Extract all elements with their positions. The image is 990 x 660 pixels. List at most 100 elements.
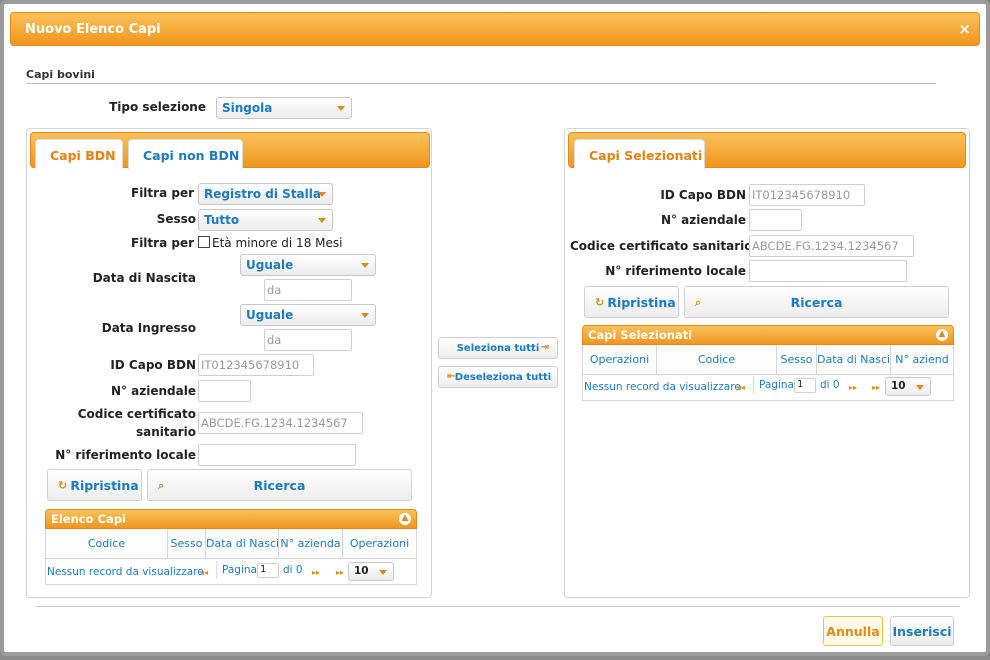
capi-selezionati-grid-title: Capi Selezionati <box>588 328 693 342</box>
data-nascita-from-input[interactable]: da <box>264 279 352 301</box>
pager-page-input[interactable]: 1 <box>257 563 279 578</box>
sesso-select[interactable]: Tutto <box>198 209 333 231</box>
pager-page-label: Pagina <box>222 564 257 576</box>
ripristina-button[interactable]: ↻ Ripristina <box>47 469 142 501</box>
tab-capi-bdn[interactable]: Capi BDN <box>35 139 123 169</box>
n-riferimento-locale-input[interactable] <box>198 444 356 466</box>
capi-selezionati-grid-header: Capi Selezionati ▲ <box>582 325 954 345</box>
grid-column-headers: Codice Sesso Data di Nasci N° azienda Op… <box>46 529 416 559</box>
right-n-riferimento-locale-input[interactable] <box>749 260 907 282</box>
close-icon[interactable]: × <box>958 20 971 38</box>
right-page-size-select[interactable]: 10 <box>885 377 931 396</box>
data-ingresso-from-input[interactable]: da <box>264 329 352 351</box>
chevron-down-icon <box>361 263 369 268</box>
refresh-icon: ↻ <box>595 296 605 309</box>
filtra-per-eta-label: Filtra per <box>131 236 194 250</box>
dialog-title: Nuovo Elenco Capi <box>25 21 161 37</box>
grid-empty-text: Nessun record da visualizzare <box>47 566 204 578</box>
right-column-data-nascita[interactable]: Data di Nasci <box>817 345 891 375</box>
eta-checkbox[interactable] <box>198 236 210 248</box>
sesso-label: Sesso <box>156 212 196 226</box>
filtra-per-select[interactable]: Registro di Stalla <box>198 183 333 205</box>
data-nascita-operator-select[interactable]: Uguale <box>240 254 376 276</box>
search-icon: ⌕ <box>158 479 165 492</box>
collapse-icon[interactable]: ▲ <box>399 513 411 525</box>
ricerca-button-label: Ricerca <box>253 477 306 493</box>
n-aziendale-label: N° aziendale <box>110 384 196 398</box>
tab-capi-selezionati[interactable]: Capi Selezionati <box>574 139 705 169</box>
sesso-value: Tutto <box>204 213 240 227</box>
codice-certificato-label-line1: Codice certificato <box>77 407 196 421</box>
column-data-nascita[interactable]: Data di Nasci <box>206 529 279 559</box>
chevron-down-icon <box>916 385 924 390</box>
eta-checkbox-label: Età minore di 18 Mesi <box>212 236 343 250</box>
deseleziona-tutti-label: Deseleziona tutti <box>454 371 552 383</box>
left-tabbar: Capi BDN Capi non BDN <box>30 132 430 169</box>
chevron-down-icon <box>318 218 326 223</box>
ricerca-button[interactable]: ⌕ Ricerca <box>147 469 412 501</box>
right-grid-empty-text: Nessun record da visualizzare <box>584 381 741 393</box>
page-size-value: 10 <box>354 565 369 577</box>
elenco-capi-grid-title: Elenco Capi <box>51 512 126 526</box>
deseleziona-tutti-button[interactable]: ⇤ Deseleziona tutti <box>438 366 558 388</box>
n-aziendale-input[interactable] <box>198 380 251 402</box>
pager-last-icon[interactable]: ▸▸ <box>872 383 880 392</box>
right-column-codice[interactable]: Codice <box>657 345 777 375</box>
column-sesso[interactable]: Sesso <box>168 529 206 559</box>
pager-first-icon[interactable]: ◂◂ <box>200 568 208 577</box>
move-right-icon: ⇥ <box>540 342 549 353</box>
elenco-capi-grid-header: Elenco Capi ▲ <box>45 509 417 529</box>
right-column-n-azienda[interactable]: N° aziend <box>891 345 953 375</box>
right-id-capo-input[interactable]: IT012345678910 <box>749 184 865 206</box>
codice-certificato-label-line2: sanitario <box>135 425 196 439</box>
right-id-capo-label: ID Capo BDN <box>660 188 746 202</box>
right-page-size-value: 10 <box>891 380 906 392</box>
right-n-riferimento-locale-label: N° riferimento locale <box>605 264 746 278</box>
search-icon: ⌕ <box>695 296 702 309</box>
codice-certificato-input[interactable]: ABCDE.FG.1234.1234567 <box>198 412 363 434</box>
inserisci-button[interactable]: Inserisci <box>890 616 954 646</box>
data-ingresso-operator-select[interactable]: Uguale <box>240 304 376 326</box>
right-ripristina-button[interactable]: ↻ Ripristina <box>584 286 679 318</box>
seleziona-tutti-button[interactable]: Seleziona tutti ⇥ <box>438 337 558 359</box>
annulla-button[interactable]: Annulla <box>823 616 883 646</box>
footer-divider <box>36 606 960 607</box>
id-capo-input[interactable]: IT012345678910 <box>198 354 314 376</box>
right-pager-of-label: di 0 <box>820 379 840 391</box>
right-n-aziendale-input[interactable] <box>749 209 802 231</box>
pager-next-icon[interactable]: ▸▸ <box>849 383 857 392</box>
page-size-select[interactable]: 10 <box>348 562 394 581</box>
right-pager-page-label: Pagina <box>759 379 794 391</box>
pager-divider <box>216 561 217 579</box>
right-ricerca-button-label: Ricerca <box>790 294 843 310</box>
chevron-down-icon <box>379 570 387 575</box>
seleziona-tutti-label: Seleziona tutti <box>456 342 540 354</box>
chevron-down-icon <box>361 313 369 318</box>
column-n-azienda[interactable]: N° azienda <box>279 529 343 559</box>
section-legend: Capi bovini <box>26 68 936 84</box>
data-nascita-operator-value: Uguale <box>246 258 294 272</box>
elenco-capi-grid: Codice Sesso Data di Nasci N° azienda Op… <box>45 529 417 585</box>
pager-of-label: di 0 <box>283 564 303 576</box>
right-codice-certificato-input[interactable]: ABCDE.FG.1234.1234567 <box>749 235 914 257</box>
right-pager-page-input[interactable]: 1 <box>794 378 816 393</box>
pager-next-icon[interactable]: ▸▸ <box>312 568 320 577</box>
tab-capi-non-bdn[interactable]: Capi non BDN <box>128 139 243 169</box>
data-ingresso-label: Data Ingresso <box>101 321 196 335</box>
data-nascita-label: Data di Nascita <box>92 271 196 285</box>
column-codice[interactable]: Codice <box>46 529 168 559</box>
right-n-aziendale-label: N° aziendale <box>660 213 746 227</box>
refresh-icon: ↻ <box>58 479 68 492</box>
tipo-selezione-select[interactable]: Singola <box>216 97 352 119</box>
right-column-operazioni[interactable]: Operazioni <box>583 345 657 375</box>
column-operazioni[interactable]: Operazioni <box>343 529 416 559</box>
collapse-icon[interactable]: ▲ <box>936 329 948 341</box>
pager-last-icon[interactable]: ▸▸ <box>336 568 344 577</box>
move-left-icon: ⇤ <box>447 371 456 382</box>
right-ricerca-button[interactable]: ⌕ Ricerca <box>684 286 949 318</box>
right-column-sesso[interactable]: Sesso <box>777 345 817 375</box>
id-capo-label: ID Capo BDN <box>110 358 196 372</box>
filtra-per-value: Registro di Stalla <box>204 187 321 201</box>
tipo-selezione-label: Tipo selezione <box>109 100 206 114</box>
pager-first-icon[interactable]: ◂◂ <box>737 383 745 392</box>
